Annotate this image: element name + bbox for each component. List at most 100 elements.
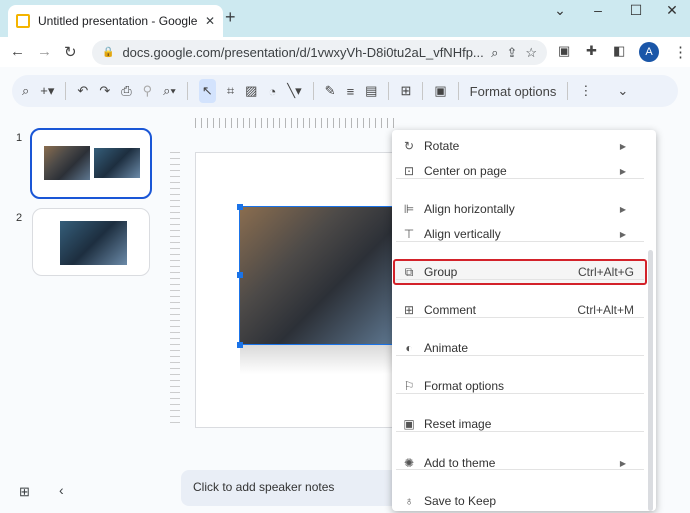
close-window-button[interactable]: ✕ (662, 2, 682, 19)
extensions-icon[interactable]: ✚ (586, 43, 597, 59)
image-icon[interactable]: ▨ (245, 83, 257, 99)
menu-item-label: Group (424, 265, 458, 279)
menu-item-label: Center on page (424, 164, 507, 178)
shape-icon[interactable]: ◔ (268, 84, 276, 99)
menu-item-comment[interactable]: ⊞ Comment Ctrl+Alt+M (392, 298, 648, 322)
menu-item-add-to-theme[interactable]: ✺ Add to theme ▶ (392, 451, 648, 475)
collapse-icon[interactable]: ⌄ (617, 83, 628, 99)
forward-icon[interactable]: → (37, 43, 52, 60)
align-vertical-icon: ⊤ (403, 227, 415, 241)
back-icon[interactable]: ← (10, 43, 25, 60)
select-icon[interactable]: ↖ (198, 79, 216, 103)
line-icon[interactable]: ╲▾ (287, 83, 301, 99)
border-color-icon[interactable]: ✎ (325, 83, 336, 99)
redo-icon[interactable]: ↷ (99, 83, 110, 99)
submenu-arrow-icon: ▶ (619, 458, 626, 468)
sidebar-icon[interactable]: ◧ (613, 43, 625, 59)
zoom-icon[interactable]: ⌕▾ (163, 83, 176, 99)
menu-item-reset-image[interactable]: ▣ Reset image (392, 412, 648, 436)
slides-logo-icon (16, 14, 30, 28)
format-options-icon: ⚐ (403, 379, 415, 393)
tab-bar: Untitled presentation - Google Slides ✕ … (0, 0, 690, 37)
menu-divider (396, 241, 644, 242)
slide-thumbnail-2[interactable] (32, 208, 150, 276)
minimize-button[interactable]: – (588, 2, 608, 18)
align-horizontal-icon: ⊫ (403, 202, 415, 216)
address-row: ← → ↻ 🔒 docs.google.com/presentation/d/1… (0, 37, 690, 67)
menu-item-label: Animate (424, 341, 469, 355)
resize-handle[interactable] (237, 272, 243, 278)
browser-tab[interactable]: Untitled presentation - Google Slides ✕ (8, 5, 223, 37)
menu-item-rotate[interactable]: ↻ Rotate ▶ (392, 134, 648, 158)
share-icon[interactable]: ⇪ (506, 45, 517, 61)
text-box-icon[interactable]: ⌗ (227, 83, 234, 99)
border-dash-icon[interactable]: ▤ (365, 83, 377, 99)
screenshot-icon[interactable]: ▣ (558, 43, 570, 59)
close-tab-icon[interactable]: ✕ (205, 14, 215, 28)
menu-item-center-on-page[interactable]: ⊡ Center on page ▶ (392, 159, 648, 183)
submenu-arrow-icon: ▶ (619, 166, 626, 176)
palette-icon: ✺ (403, 456, 415, 470)
lightbulb-icon: ♁ (404, 494, 414, 508)
center-icon: ⊡ (403, 164, 415, 178)
search-menus-icon[interactable]: ⌕ (22, 83, 29, 99)
more-icon[interactable]: ⋮ (579, 83, 592, 99)
vertical-ruler (170, 152, 180, 428)
menu-item-group[interactable]: ⧉ Group Ctrl+Alt+G (392, 260, 648, 284)
speaker-notes[interactable]: Click to add speaker notes (181, 470, 421, 506)
menu-icon[interactable]: ⋮ (673, 43, 688, 61)
image-reflection (240, 344, 395, 374)
resize-handle[interactable] (237, 342, 243, 348)
menu-item-align-horizontally[interactable]: ⊫ Align horizontally ▶ (392, 197, 648, 221)
group-icon: ⧉ (404, 264, 414, 279)
resize-handle[interactable] (237, 204, 243, 210)
context-menu: ↻ Rotate ▶ ⊡ Center on page ▶ ⊫ Align horizonta… (392, 130, 656, 511)
new-tab-button[interactable]: + (225, 7, 236, 28)
menu-item-label: Format options (424, 379, 505, 393)
menu-divider (396, 355, 644, 356)
menu-divider (396, 178, 644, 179)
menu-item-format-options[interactable]: ⚐ Format options (392, 374, 648, 398)
menu-divider (396, 279, 644, 280)
menu-item-label: Align horizontally (424, 202, 515, 216)
zoom-icon[interactable]: ⌕ (491, 45, 498, 61)
submenu-arrow-icon: ▶ (619, 141, 626, 151)
divider (422, 82, 424, 100)
print-icon[interactable]: ⎙ (121, 83, 131, 99)
paint-format-icon[interactable]: ⚲ (143, 83, 153, 99)
menu-item-label: Align vertically (424, 227, 501, 241)
chevron-down-icon[interactable]: ⌄ (550, 2, 570, 19)
avatar[interactable]: A (639, 42, 659, 62)
border-weight-icon[interactable]: ≡ (347, 84, 355, 99)
menu-scrollbar[interactable] (648, 250, 653, 511)
slide-number: 1 (16, 132, 23, 144)
menu-divider (396, 469, 644, 470)
collapse-panel-icon[interactable]: ‹ (59, 482, 64, 498)
selection-box (239, 206, 396, 345)
reload-icon[interactable]: ↻ (64, 43, 77, 61)
thumbnail-image (60, 221, 127, 265)
comment-icon[interactable]: ⊞ (400, 83, 411, 99)
menu-item-label: Comment (424, 303, 477, 317)
horizontal-ruler (195, 118, 395, 128)
replace-image-icon[interactable]: ▣ (434, 83, 446, 99)
menu-item-label: Save to Keep (424, 494, 497, 508)
menu-item-label: Reset image (424, 417, 492, 431)
menu-item-label: Add to theme (424, 456, 496, 470)
menu-item-animate[interactable]: ◐ Animate (392, 336, 648, 360)
slide-thumbnail-1[interactable] (30, 128, 152, 199)
grid-view-icon[interactable]: ⊞ (19, 484, 30, 500)
divider (186, 82, 188, 100)
menu-item-align-vertically[interactable]: ⊤ Align vertically ▶ (392, 222, 648, 246)
new-slide-icon[interactable]: +▾ (40, 83, 54, 99)
animate-icon: ◐ (405, 341, 413, 355)
star-icon[interactable]: ☆ (525, 45, 537, 61)
submenu-arrow-icon: ▶ (619, 229, 626, 239)
menu-item-label: Rotate (424, 139, 460, 153)
url-bar[interactable]: 🔒 docs.google.com/presentation/d/1vwxyVh… (92, 40, 547, 65)
maximize-button[interactable]: ☐ (626, 2, 646, 19)
divider (65, 82, 67, 100)
menu-item-save-to-keep[interactable]: ♁ Save to Keep (392, 489, 648, 513)
format-options-button[interactable]: Format options (470, 84, 557, 99)
undo-icon[interactable]: ↶ (77, 83, 88, 99)
